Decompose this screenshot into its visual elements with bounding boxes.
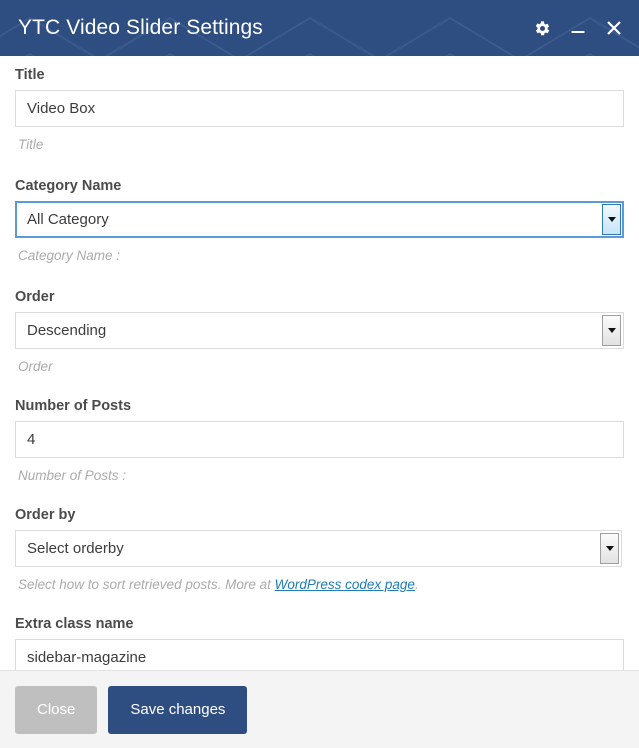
- titlebar-actions: [531, 17, 625, 39]
- field-order-help: Order: [18, 359, 53, 374]
- close-button[interactable]: Close: [15, 685, 98, 734]
- field-title-help: Title: [18, 137, 44, 152]
- close-icon[interactable]: [603, 17, 625, 39]
- field-title: Title Title: [15, 66, 624, 153]
- field-order: Order Descending Order: [15, 288, 624, 375]
- field-order-by-help-prefix: Select how to sort retrieved posts. More…: [18, 577, 275, 592]
- field-number-of-posts: Number of Posts Number of Posts :: [15, 397, 624, 484]
- category-name-select[interactable]: All Category: [15, 201, 624, 238]
- order-by-value: Select orderby: [27, 540, 124, 557]
- title-input[interactable]: [15, 90, 624, 127]
- field-category-name-help: Category Name :: [18, 248, 121, 263]
- field-order-label: Order: [15, 289, 55, 305]
- dialog-titlebar: YTC Video Slider Settings: [0, 0, 639, 56]
- field-title-label: Title: [15, 67, 45, 83]
- extra-class-name-input[interactable]: [15, 639, 624, 670]
- field-order-by-help: Select how to sort retrieved posts. More…: [18, 576, 624, 593]
- field-category-name-label: Category Name: [15, 178, 122, 194]
- field-order-by: Order by Select orderby Select how to so…: [15, 506, 624, 593]
- settings-dialog: YTC Video Slider Settings Title Video Bo…: [0, 0, 639, 748]
- dialog-title: YTC Video Slider Settings: [18, 16, 263, 39]
- gear-icon[interactable]: [531, 17, 553, 39]
- field-order-by-help-suffix: .: [414, 577, 419, 592]
- chevron-down-icon[interactable]: [602, 315, 621, 346]
- dialog-footer: Close Save changes: [0, 670, 639, 748]
- field-number-of-posts-label: Number of Posts: [15, 398, 132, 414]
- order-by-select[interactable]: Select orderby: [15, 530, 622, 567]
- dialog-body: Title Title Category Name All Category C…: [0, 56, 639, 670]
- chevron-down-icon[interactable]: [602, 204, 621, 235]
- wordpress-codex-link[interactable]: WordPress codex page: [275, 577, 415, 592]
- field-extra-class-name: Extra class name Extra class name: [15, 615, 624, 670]
- field-order-by-label: Order by: [15, 507, 76, 523]
- chevron-down-icon[interactable]: [600, 533, 619, 564]
- order-select[interactable]: Descending: [15, 312, 624, 349]
- field-number-of-posts-help: Number of Posts :: [18, 468, 127, 483]
- minimize-icon[interactable]: [567, 17, 589, 39]
- field-category-name: Category Name All Category Category Name…: [15, 177, 624, 264]
- number-of-posts-input[interactable]: [15, 421, 624, 458]
- category-name-value: All Category: [27, 211, 109, 228]
- save-changes-button[interactable]: Save changes: [108, 685, 248, 734]
- field-extra-class-name-label: Extra class name: [15, 616, 134, 632]
- order-value: Descending: [27, 322, 107, 339]
